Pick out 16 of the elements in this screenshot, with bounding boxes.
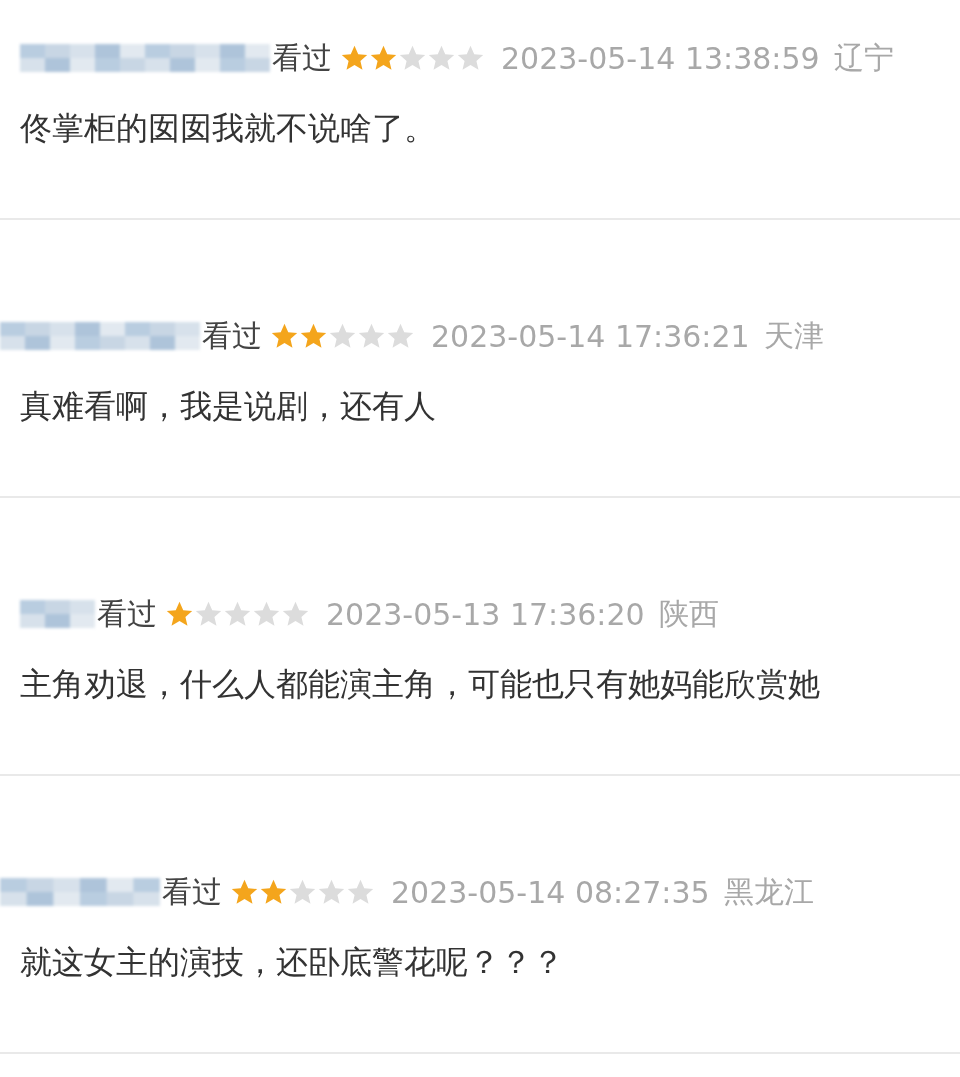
comment-text: 佟掌柜的囡囡我就不说啥了。 — [19, 110, 437, 146]
watched-label: 看过 — [202, 316, 262, 355]
comment-text: 真难看啊，我是说剧，还有人 — [19, 388, 437, 424]
comment-location: 陕西 — [658, 594, 719, 633]
comment-time: 2023-05-14 13:38:59 — [501, 40, 820, 76]
watched-label: 看过 — [162, 872, 222, 911]
comment-text: 主角劝退，什么人都能演主角，可能也只有她妈能欣赏她 — [19, 666, 821, 702]
watched-label: 看过 — [272, 38, 332, 77]
comment-location: 黑龙江 — [723, 872, 814, 911]
comment-text: 就这女主的演技，还卧底警花呢？？？ — [19, 944, 565, 980]
comment-location: 辽宁 — [833, 38, 894, 77]
comment-time: 2023-05-13 17:36:20 — [326, 596, 645, 632]
comment-location: 天津 — [763, 316, 824, 355]
comment-time: 2023-05-14 17:36:21 — [431, 318, 750, 354]
watched-label: 看过 — [97, 594, 157, 633]
comment-time: 2023-05-14 08:27:35 — [391, 874, 710, 910]
